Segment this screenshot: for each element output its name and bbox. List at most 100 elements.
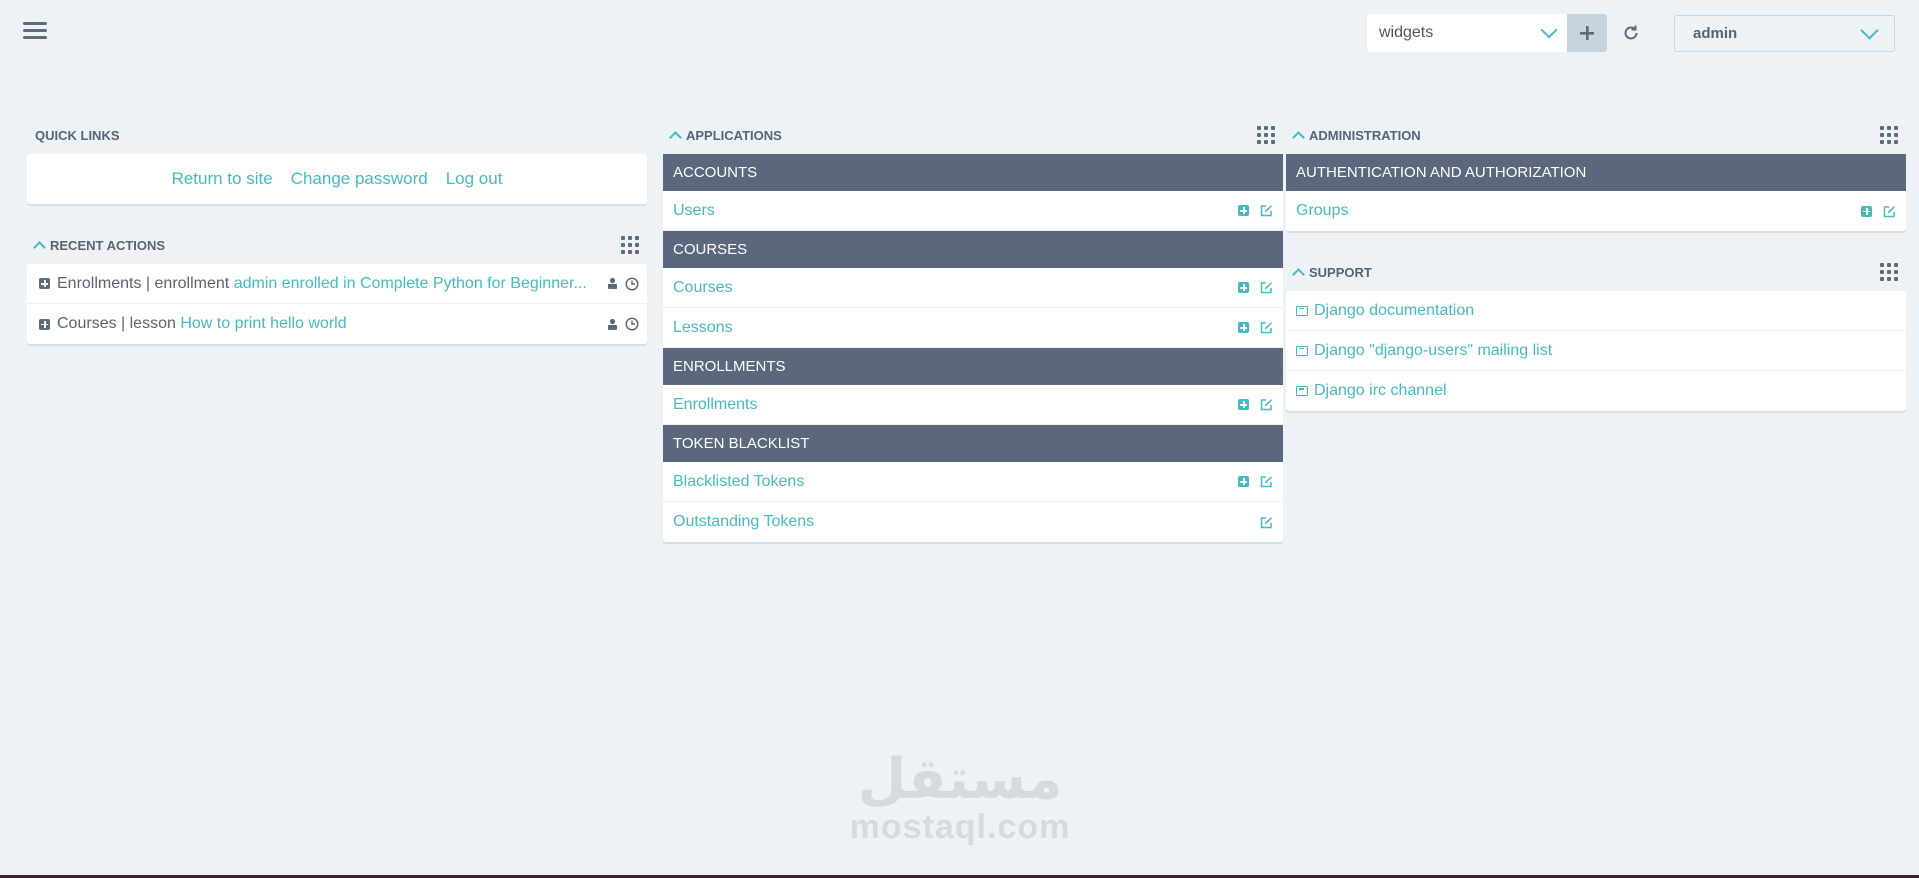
- widget-select[interactable]: widgets: [1367, 14, 1567, 52]
- module-title: ADMINISTRATION: [1309, 127, 1421, 143]
- user-menu-value: admin: [1693, 25, 1738, 42]
- section-header-authentication-and-authorization[interactable]: AUTHENTICATION AND AUTHORIZATION: [1286, 154, 1906, 191]
- django-documentation-link[interactable]: Django documentation: [1314, 302, 1474, 320]
- section-header-enrollments[interactable]: ENROLLMENTS: [663, 348, 1283, 385]
- log-out-link[interactable]: Log out: [446, 169, 503, 189]
- model-link-users[interactable]: Users: [673, 202, 715, 220]
- edit-icon[interactable]: [1259, 398, 1273, 412]
- user-menu-select[interactable]: admin: [1674, 15, 1895, 52]
- add-icon[interactable]: [1238, 322, 1249, 333]
- module-title: RECENT ACTIONS: [50, 237, 166, 253]
- model-row-enrollments: Enrollments: [663, 385, 1283, 425]
- list-item: Courses | lesson How to print hello worl…: [27, 304, 647, 344]
- model-row-courses: Courses: [663, 268, 1283, 308]
- model-link-enrollments[interactable]: Enrollments: [673, 396, 757, 414]
- drag-handle-icon[interactable]: [1880, 263, 1898, 281]
- reset-dashboard-button[interactable]: [1620, 22, 1642, 44]
- model-link-blacklisted-tokens[interactable]: Blacklisted Tokens: [673, 473, 804, 491]
- drag-handle-icon[interactable]: [1880, 126, 1898, 144]
- module-title: QUICK LINKS: [35, 127, 120, 143]
- recent-action-type: Courses | lesson: [57, 315, 176, 332]
- external-link-icon: [1296, 345, 1308, 356]
- recent-action-text: Enrollments | enrollment admin enrolled …: [57, 275, 600, 293]
- administration-card: AUTHENTICATION AND AUTHORIZATION Groups: [1286, 154, 1906, 231]
- add-icon[interactable]: [1238, 476, 1249, 487]
- watermark-latin: mostaql.com: [849, 808, 1071, 846]
- user-icon: [608, 277, 617, 289]
- model-row-outstanding-tokens: Outstanding Tokens: [663, 502, 1283, 542]
- applications-card: ACCOUNTS Users COURSES Courses Lessons ENROLL…: [663, 154, 1283, 542]
- add-icon[interactable]: [1238, 205, 1249, 216]
- model-link-groups[interactable]: Groups: [1296, 202, 1348, 220]
- row-actions: [1238, 281, 1273, 295]
- recent-actions-title: RECENT ACTIONS: [27, 232, 647, 258]
- section-header-courses[interactable]: COURSES: [663, 231, 1283, 268]
- row-actions: [1238, 321, 1273, 335]
- model-link-outstanding-tokens[interactable]: Outstanding Tokens: [673, 513, 814, 531]
- quick-links-card: Return to site Change password Log out: [27, 154, 647, 204]
- support-card: Django documentation Django "django-user…: [1286, 291, 1906, 411]
- module-title: APPLICATIONS: [686, 127, 782, 143]
- recent-action-link[interactable]: admin enrolled in Complete Python for Be…: [234, 275, 587, 292]
- edit-icon[interactable]: [1259, 281, 1273, 295]
- addition-icon: [39, 278, 50, 289]
- row-actions: [1238, 398, 1273, 412]
- external-link-icon: [1296, 386, 1308, 396]
- applications-title: APPLICATIONS: [663, 122, 1283, 148]
- model-row-groups: Groups: [1286, 191, 1906, 231]
- clock-icon: [625, 276, 639, 291]
- list-item: Django "django-users" mailing list: [1286, 331, 1906, 371]
- change-password-link[interactable]: Change password: [291, 169, 428, 189]
- support-title: SUPPORT: [1286, 259, 1906, 285]
- return-to-site-link[interactable]: Return to site: [172, 169, 273, 189]
- list-item: Enrollments | enrollment admin enrolled …: [27, 264, 647, 304]
- refresh-icon: [1624, 25, 1638, 40]
- row-actions: [1259, 515, 1273, 529]
- quick-links-title: QUICK LINKS: [27, 122, 647, 148]
- top-bar: widgets admin: [0, 0, 1919, 70]
- recent-actions-card: Enrollments | enrollment admin enrolled …: [27, 264, 647, 344]
- model-row-users: Users: [663, 191, 1283, 231]
- add-icon[interactable]: [1238, 282, 1249, 293]
- recent-action-text: Courses | lesson How to print hello worl…: [57, 315, 600, 333]
- user-icon: [608, 318, 617, 330]
- edit-icon[interactable]: [1259, 475, 1273, 489]
- row-actions: [1238, 204, 1273, 218]
- model-link-lessons[interactable]: Lessons: [673, 319, 733, 337]
- column-left: QUICK LINKS Return to site Change passwo…: [27, 122, 647, 344]
- menu-toggle-icon[interactable]: [23, 22, 47, 40]
- watermark-arabic: مستقل: [857, 747, 1063, 812]
- row-actions: [1861, 204, 1896, 218]
- column-middle: APPLICATIONS ACCOUNTS Users COURSES Courses…: [663, 122, 1283, 542]
- collapse-icon[interactable]: [1292, 267, 1305, 281]
- add-icon[interactable]: [1861, 205, 1872, 217]
- list-item: Django irc channel: [1286, 371, 1906, 411]
- widget-select-value: widgets: [1379, 24, 1434, 41]
- django-irc-channel-link[interactable]: Django irc channel: [1314, 382, 1447, 400]
- administration-title: ADMINISTRATION: [1286, 122, 1906, 148]
- section-header-accounts[interactable]: ACCOUNTS: [663, 154, 1283, 191]
- plus-icon: [1580, 26, 1594, 40]
- drag-handle-icon[interactable]: [1257, 126, 1275, 144]
- collapse-icon[interactable]: [33, 240, 46, 254]
- collapse-icon[interactable]: [1292, 130, 1305, 144]
- chevron-down-icon: [1540, 21, 1558, 39]
- model-row-lessons: Lessons: [663, 308, 1283, 348]
- edit-icon[interactable]: [1882, 204, 1896, 218]
- module-title: SUPPORT: [1309, 264, 1372, 280]
- section-header-token-blacklist[interactable]: TOKEN BLACKLIST: [663, 425, 1283, 462]
- recent-action-type: Enrollments | enrollment: [57, 274, 230, 292]
- add-icon[interactable]: [1238, 399, 1249, 410]
- list-item: Django documentation: [1286, 291, 1906, 331]
- collapse-icon[interactable]: [669, 130, 682, 144]
- drag-handle-icon[interactable]: [621, 236, 639, 254]
- add-widget-button[interactable]: [1567, 14, 1607, 52]
- watermark-logo: مستقل mostaql.com: [845, 747, 1075, 846]
- model-link-courses[interactable]: Courses: [673, 279, 733, 297]
- recent-action-link[interactable]: How to print hello world: [180, 315, 346, 332]
- edit-icon[interactable]: [1259, 321, 1273, 335]
- edit-icon[interactable]: [1259, 204, 1273, 218]
- edit-icon[interactable]: [1259, 515, 1273, 529]
- django-users-mailing-list-link[interactable]: Django "django-users" mailing list: [1314, 342, 1552, 360]
- clock-icon: [625, 317, 639, 331]
